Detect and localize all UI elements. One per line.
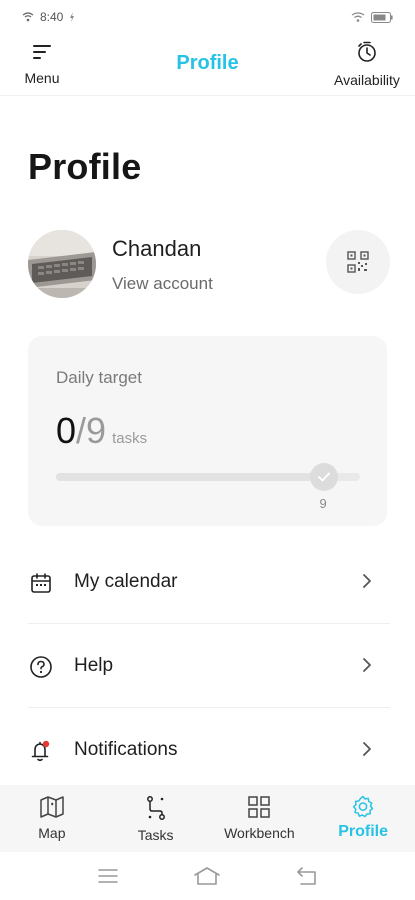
menu-item-label: Help bbox=[74, 655, 114, 676]
signal-wifi-icon bbox=[351, 12, 365, 22]
nav-tab-profile[interactable]: Profile bbox=[311, 785, 415, 852]
nav-label: Map bbox=[38, 825, 66, 841]
availability-label: Availability bbox=[334, 72, 400, 88]
profile-summary[interactable]: Chandan View account bbox=[28, 228, 390, 298]
map-icon bbox=[40, 796, 64, 818]
bell-icon bbox=[31, 740, 50, 762]
nav-tab-workbench[interactable]: Workbench bbox=[208, 785, 312, 852]
nav-label: Profile bbox=[338, 823, 389, 840]
menu-item-label: My calendar bbox=[74, 571, 178, 592]
chevron-right-icon bbox=[363, 574, 371, 588]
menu-item-help[interactable]: Help bbox=[28, 624, 390, 708]
nav-label: Tasks bbox=[137, 827, 174, 843]
battery-icon bbox=[371, 11, 393, 23]
nav-tab-map[interactable]: Map bbox=[0, 785, 104, 852]
daily-target-count: 0 /9 tasks bbox=[56, 410, 147, 452]
daily-target-label: Daily target bbox=[56, 368, 142, 387]
menu-item-notifications[interactable]: Notifications bbox=[28, 708, 390, 792]
nav-tab-tasks[interactable]: Tasks bbox=[104, 785, 208, 852]
workbench-icon bbox=[248, 796, 271, 818]
check-icon bbox=[317, 472, 330, 482]
tasks-unit-label: tasks bbox=[112, 430, 148, 447]
daily-target-slider-thumb[interactable] bbox=[309, 463, 338, 491]
chevron-right-icon bbox=[363, 658, 371, 672]
tasks-done-count: 0 bbox=[56, 410, 77, 451]
daily-target-slider[interactable] bbox=[56, 463, 360, 491]
tasks-total-count: /9 bbox=[76, 410, 107, 451]
tasks-icon bbox=[146, 796, 165, 820]
nav-label: Workbench bbox=[224, 825, 295, 841]
menu-item-my-calendar[interactable]: My calendar bbox=[28, 540, 390, 624]
availability-timer-icon bbox=[358, 41, 376, 62]
chevron-right-icon bbox=[363, 742, 371, 756]
daily-target-slider-fill bbox=[56, 473, 324, 481]
profile-menu-list: My calendar Help Notifications bbox=[28, 540, 390, 792]
system-navigation-bar bbox=[0, 852, 415, 900]
back-icon[interactable] bbox=[295, 866, 319, 886]
recent-apps-icon[interactable] bbox=[97, 868, 119, 884]
calendar-icon bbox=[31, 573, 51, 593]
data-icon bbox=[70, 12, 75, 22]
page-title: Profile bbox=[28, 146, 142, 187]
daily-target-slider-value: 9 bbox=[319, 496, 327, 511]
qr-code-icon bbox=[347, 251, 369, 273]
user-name: Chandan bbox=[112, 236, 202, 261]
top-app-bar: Menu Profile Availability bbox=[0, 34, 415, 96]
wifi-icon bbox=[22, 12, 34, 22]
view-account-link[interactable]: View account bbox=[112, 274, 213, 294]
settings-gear-icon bbox=[352, 795, 374, 818]
avatar[interactable] bbox=[28, 230, 96, 298]
menu-item-label: Notifications bbox=[74, 739, 178, 760]
availability-button[interactable]: Availability bbox=[325, 38, 409, 90]
status-bar: 8:40 bbox=[0, 0, 415, 34]
daily-target-card: Daily target 0 /9 tasks 9 bbox=[28, 336, 387, 526]
home-icon[interactable] bbox=[192, 866, 222, 886]
status-time: 8:40 bbox=[40, 10, 64, 24]
bottom-navigation: Map Tasks Workbench Profile bbox=[0, 785, 415, 852]
qr-code-button[interactable] bbox=[326, 230, 390, 294]
help-icon bbox=[30, 656, 52, 678]
avatar-photo bbox=[28, 230, 96, 298]
